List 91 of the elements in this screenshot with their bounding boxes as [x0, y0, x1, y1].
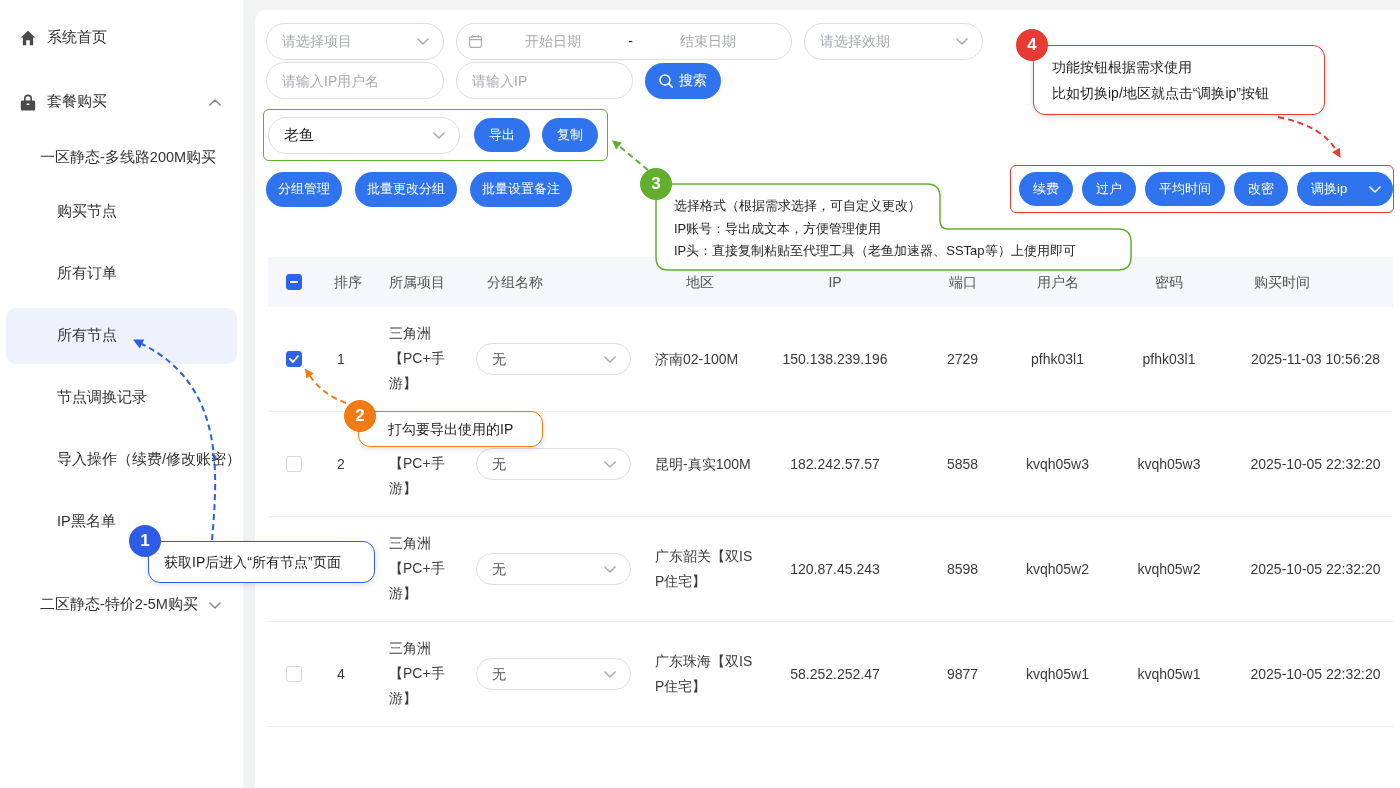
table-cell-text: 三角洲【PC+手游】: [389, 324, 446, 393]
table-cell-text: 三角洲【PC+手游】: [389, 639, 446, 708]
batch-change-group-button[interactable]: 批量更改分组: [355, 171, 457, 207]
table-cell-text: 8598: [946, 559, 979, 579]
table-cell: 4: [337, 665, 345, 682]
column-header: IP: [828, 272, 842, 292]
copy-button[interactable]: 复制: [542, 118, 598, 152]
chevron-down-icon: [604, 460, 616, 468]
dashed-arrow: [305, 368, 347, 404]
table-cell-text: 2729: [946, 349, 979, 369]
chevron-down-icon: [604, 355, 616, 363]
table-cell-text: 5858: [946, 454, 979, 474]
table-cell-text: kvqh05w3: [1025, 454, 1089, 474]
action-button[interactable]: 改密: [1234, 172, 1288, 206]
column-header: 端口: [948, 272, 977, 292]
home-icon: [20, 30, 36, 46]
callout-text: 打勾要导出使用的IP: [388, 420, 514, 439]
table-cell: 2: [337, 455, 345, 472]
sidebar-item[interactable]: 系统首页: [6, 23, 237, 53]
column-header: 分组名称: [487, 273, 543, 290]
action-button[interactable]: 过户: [1082, 172, 1136, 206]
action-button[interactable]: 平均时间: [1145, 172, 1225, 206]
search-button[interactable]: 搜索: [645, 62, 721, 99]
start-date-placeholder: 开始日期: [525, 32, 582, 51]
ip-input[interactable]: 请输入IP: [456, 62, 633, 99]
table-cell-text: pfhk03l1: [1142, 349, 1196, 369]
menu-group[interactable]: 套餐购买: [6, 82, 237, 122]
table-cell-text: 182.242.57.57: [790, 454, 880, 474]
batch-note-button[interactable]: 批量设置备注: [470, 171, 572, 207]
menu-group[interactable]: 二区静态-特价2-5M购买: [6, 585, 237, 625]
callout-text: IP账号：导出成文本，方便管理使用: [674, 219, 882, 238]
table-cell-text: kvqh05w2: [1137, 559, 1201, 579]
chevron-down-icon: [433, 131, 445, 139]
column-header: 排序: [334, 273, 362, 290]
table-cell-text: 2025-10-05 22:32:20: [1250, 454, 1381, 474]
table-cell-text: 三角洲【PC+手游】: [389, 534, 446, 603]
callout-text: 选择格式（根据需求选择，可自定义更改）: [674, 197, 921, 215]
table-cell-text: 9877: [946, 664, 979, 684]
table-cell-text: 广东韶关【双ISP住宅】: [655, 547, 754, 591]
table-cell-text: 58.252.252.47: [790, 664, 880, 684]
column-header: 所属项目: [389, 273, 445, 290]
sidebar-item[interactable]: 所有订单: [6, 259, 237, 289]
table-cell-text: 广东珠海【双ISP住宅】: [655, 652, 754, 696]
format-select[interactable]: 老鱼: [268, 116, 460, 154]
search-icon: [659, 73, 673, 88]
chevron-down-icon: [956, 38, 968, 45]
callout-text: 获取IP后进入“所有节点”页面: [164, 553, 341, 572]
sidebar-item[interactable]: 所有节点: [6, 308, 237, 364]
checkbox[interactable]: [286, 274, 302, 290]
column-header: 地区: [686, 272, 714, 292]
dashed-arrow: [612, 140, 649, 171]
table-cell-text: 2025-10-05 22:32:20: [1250, 559, 1381, 579]
column-header: 购买时间: [1254, 273, 1310, 290]
action-button[interactable]: 续费: [1019, 172, 1073, 206]
calendar-icon: [469, 35, 482, 48]
table-cell: 1: [337, 350, 345, 367]
table-cell-text: 济南02-100M: [655, 349, 739, 369]
callout-text: IP头：直接复制粘贴至代理工具（老鱼加速器、SSTap等）上使用即可: [674, 242, 1076, 260]
chevron-down-icon: [417, 38, 429, 45]
check-icon: [289, 355, 299, 363]
table-cell-text: 120.87.45.243: [790, 559, 880, 579]
group-manage-button[interactable]: 分组管理: [266, 171, 342, 207]
end-date-placeholder: 结束日期: [679, 32, 736, 51]
checkbox[interactable]: [286, 351, 302, 367]
sidebar-item[interactable]: 购买节点: [6, 197, 237, 227]
table-cell-text: 【PC+手游】: [389, 454, 446, 498]
table-cell-text: pfhk03l1: [1031, 349, 1084, 369]
range-separator: -: [627, 32, 634, 51]
minus-icon: [290, 281, 298, 283]
chevron-down-icon: [1369, 185, 1382, 193]
username-input[interactable]: 请输入IP用户名: [266, 62, 444, 99]
chevron-down-icon: [604, 670, 616, 678]
table-cell-text: kvqh05w2: [1025, 559, 1089, 579]
column-header: 用户名: [1036, 272, 1079, 292]
menu-group[interactable]: 一区静态-多线路200M购买: [6, 138, 237, 178]
callout-text: 比如切换ip/地区就点击“调换ip”按钮: [1052, 84, 1269, 103]
lock-icon: [20, 93, 36, 111]
table-cell-text: kvqh05w1: [1025, 664, 1089, 684]
export-button[interactable]: 导出: [474, 118, 530, 152]
table-cell-text: 2025-11-03 10:56:28: [1251, 349, 1380, 369]
callout-text: 功能按钮根据需求使用: [1052, 58, 1192, 77]
table-cell-text: kvqh05w1: [1137, 664, 1201, 684]
table-cell-text: 昆明-真实100M: [655, 454, 751, 474]
dropdown-button[interactable]: 调换ip: [1297, 172, 1394, 206]
sidebar-item[interactable]: 节点调换记录: [6, 383, 237, 413]
table-cell-text: kvqh05w3: [1137, 454, 1201, 474]
sidebar-item[interactable]: 导入操作（续费/修改账密）: [6, 445, 237, 475]
table-cell-text: 150.138.239.196: [782, 349, 888, 369]
column-header: 密码: [1155, 272, 1183, 292]
chevron-down-icon: [604, 565, 616, 573]
table-cell-text: 2025-10-05 22:32:20: [1250, 664, 1381, 684]
